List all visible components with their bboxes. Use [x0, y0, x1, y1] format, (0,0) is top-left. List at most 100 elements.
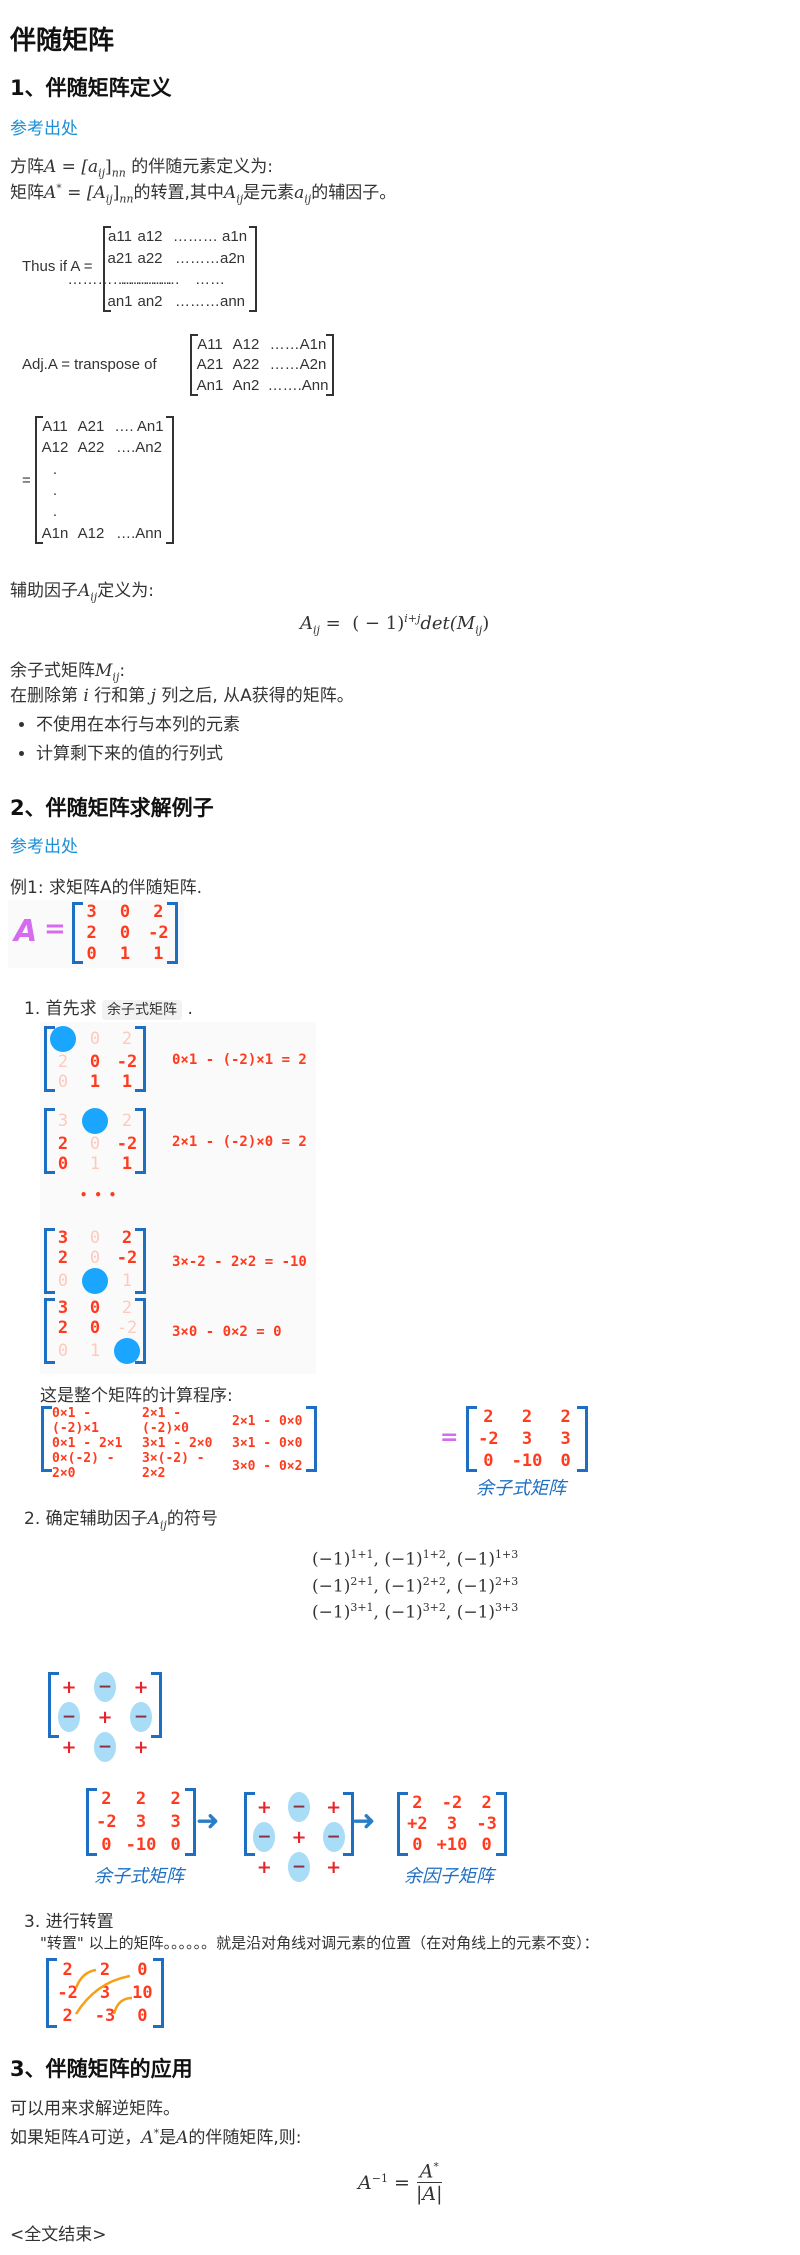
equals-sign: = — [440, 1425, 459, 1450]
math: ] — [105, 157, 112, 177]
text: 的转置,其中 — [133, 183, 224, 203]
section-heading-3: 3、伴随矩阵的应用 — [10, 2057, 193, 2081]
text: 余子式矩阵 — [10, 661, 95, 681]
fraction: A* |A| — [416, 2160, 443, 2205]
matrix-cell: A12 — [232, 335, 260, 353]
equals-label: = — [22, 472, 31, 489]
matrix-cell: …. An1 — [114, 418, 164, 436]
math: det(M — [420, 613, 476, 634]
minor-matrix-caption-2: 余子式矩阵 — [94, 1866, 184, 1887]
matrix-cell: An1 — [196, 377, 224, 395]
matrix-cell: ………a2n — [174, 249, 246, 267]
matrix-cell: 2 — [57, 1248, 69, 1268]
math-sub: nn — [119, 192, 134, 206]
math: (−1) — [384, 1602, 423, 1623]
matrix-cell: 3 — [446, 1813, 458, 1834]
matrix-cell: 3×1 - 2×0 — [142, 1436, 213, 1451]
math: A — [147, 1509, 160, 1529]
matrix-cell: 3×1 - 0×0 — [232, 1436, 303, 1451]
matrix-cell: 3 — [170, 1811, 181, 1832]
math: A — [44, 183, 57, 203]
math-sup: 2+3 — [495, 1574, 519, 1588]
adjugate-general-matrix: A11 A21 …. An1 A12 A22 ….An2... A1n A12 ….Ann — [35, 416, 174, 544]
text: . — [187, 999, 193, 1019]
page-title: 伴随矩阵 — [10, 26, 115, 56]
text: 如果矩阵 — [10, 2128, 78, 2148]
matrix-cell: 1 — [89, 1154, 101, 1174]
minor-matrix: 3 2 2 0 -2 0 1 1 — [44, 1108, 146, 1174]
comma: , — [445, 1549, 457, 1570]
comma: , — [373, 1576, 385, 1597]
text: 1. 首先求 — [24, 999, 97, 1019]
math-sup: 1+3 — [495, 1548, 519, 1561]
math: (−1) — [384, 1576, 423, 1597]
matrix-cell: 0 — [89, 1318, 101, 1338]
bullet-list: 不使用在本行与本列的元素 计算剩下来的值的行列式 — [0, 706, 240, 768]
minor-matrix-result: 2 2 2 -2 3 3 0 -10 0 — [466, 1406, 588, 1472]
matrix-cell: 2 — [153, 902, 164, 923]
matrix-cell: 2 — [121, 1298, 133, 1318]
adj-transpose-matrix: A11 A12 ……A1n A21 A22 ……A2n An1 An2 …….Ann — [190, 334, 334, 396]
math: A — [141, 2128, 154, 2148]
matrix-cell: -10 — [511, 1451, 543, 1471]
highlight-dot-icon — [114, 1338, 140, 1364]
math-sup: 2+2 — [422, 1574, 446, 1588]
step-3-description: "转置" 以上的矩阵。。。。。。就是沿对角线对调元素的位置（在对角线上的元素不变… — [40, 1934, 599, 1952]
minor-calculation: 3×0 - 0×2 = 0 — [172, 1324, 282, 1340]
sign-formula-row: (−1)2+1, (−1)2+2, (−1)2+3 — [312, 1571, 518, 1598]
matrix-cell: 3×(-2) - 2×2 — [142, 1451, 205, 1481]
matrix-cell: A22 — [77, 439, 105, 457]
inverse-formula: A −1 = A* |A| — [358, 2160, 442, 2205]
matrix-cell: a11 — [108, 228, 132, 246]
minor-matrix: 0 2 2 0 -2 0 1 1 — [44, 1026, 146, 1092]
sign-cell: + — [326, 1856, 342, 1878]
matrix-cell: 2 — [57, 1134, 69, 1154]
comma: , — [445, 1576, 457, 1597]
matrix-cell: . — [52, 482, 58, 500]
sign-cell: − — [287, 1792, 310, 1822]
matrix-cell: an1 — [107, 292, 133, 310]
matrix-cell: A21 — [196, 356, 224, 374]
math-sup: −1 — [371, 2172, 388, 2185]
matrix-cell: 2 — [121, 1228, 133, 1248]
whole-calculation-matrix: 0×1 - (-2)×1 2×1 - (-2)×0 2×1 - 0×0 0×1 - 2… — [41, 1406, 317, 1481]
matrix-cell: ………ann — [174, 292, 246, 310]
matrix-cell: 3 — [560, 1429, 571, 1449]
sign-cell: − — [94, 1732, 116, 1762]
matrix-cell: ……… a1n — [172, 228, 248, 246]
reference-link-2[interactable]: 参考出处 — [10, 832, 78, 857]
matrix-cell: …….Ann — [267, 377, 329, 395]
matrix-cell: 2 — [521, 1407, 533, 1427]
math: A — [358, 2171, 372, 2194]
matrix-cell: 2 — [121, 1111, 133, 1131]
reference-link-1[interactable]: 参考出处 — [10, 114, 78, 139]
sign-formula-row: (−1)1+1, (−1)1+2, (−1)1+3 — [312, 1544, 518, 1571]
arrow-right-icon: ➜ — [196, 1804, 220, 1837]
application-text-1: 可以用来求解逆矩阵。 — [10, 2099, 180, 2119]
math-sup: i+j — [404, 612, 421, 625]
sign-cell: − — [322, 1822, 345, 1852]
text: 是 — [159, 2128, 177, 2148]
math: (−1) — [456, 1549, 496, 1570]
comma: , — [373, 1602, 385, 1623]
math: A — [78, 2128, 91, 2148]
highlight-dot-icon — [82, 1108, 108, 1134]
text: 列之后, 从A获得的矩阵。 — [155, 686, 354, 706]
highlight-dot-icon — [82, 1268, 108, 1294]
math-sup: 3+2 — [422, 1601, 446, 1615]
text: 矩阵 — [10, 183, 44, 203]
sign-cell: + — [326, 1796, 342, 1818]
math-sup: * — [433, 2160, 439, 2173]
sign-cell: + — [291, 1826, 307, 1848]
math-sub: ij — [105, 192, 113, 206]
matrix-cell: 3 — [135, 1811, 147, 1832]
math: (−1) — [312, 1602, 351, 1623]
matrix-cell: 2 — [57, 1318, 69, 1338]
cofactor-formula: Aij = ( − 1)i+jdet(Mij) — [300, 612, 489, 637]
matrix-cell: 2 — [57, 1052, 69, 1072]
matrix-cell: +2 — [407, 1813, 428, 1834]
sign-cell: + — [256, 1796, 272, 1818]
sign-formula-row: (−1)3+1, (−1)3+2, (−1)3+3 — [312, 1597, 518, 1624]
math: A — [223, 183, 237, 203]
text: 的符号 — [166, 1509, 218, 1529]
